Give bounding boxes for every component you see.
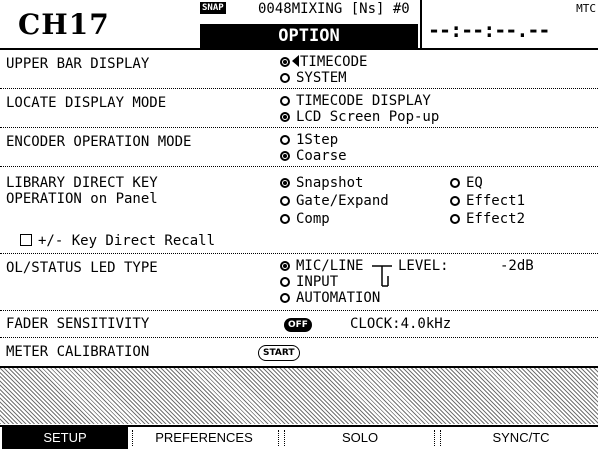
tab-sync-tc[interactable]: SYNC/TC	[448, 427, 594, 449]
radio-selected-icon	[280, 57, 290, 67]
level-bracket-icon	[372, 265, 392, 287]
level-value[interactable]: -2dB	[500, 258, 534, 274]
option-timecode-display[interactable]: TIMECODE DISPLAY	[280, 93, 431, 109]
clock-readout: CLOCK:4.0kHz	[350, 316, 452, 332]
upper-bar-display-row: UPPER BAR DISPLAY TIMECODE SYSTEM	[0, 50, 598, 89]
ol-status-led-type-label: OL/STATUS LED TYPE	[6, 260, 158, 276]
radio-unselected-icon	[280, 73, 290, 83]
option-input[interactable]: INPUT	[280, 274, 338, 290]
fader-sensitivity-toggle[interactable]: OFF	[284, 315, 312, 332]
radio-selected-icon	[280, 112, 290, 122]
meter-calibration-start-button[interactable]: START	[258, 343, 300, 361]
option-timecode[interactable]: TIMECODE	[280, 54, 367, 70]
tab-divider	[278, 430, 280, 446]
option-gate-expand[interactable]: Gate/Expand	[280, 193, 389, 209]
upper-bar-display-label: UPPER BAR DISPLAY	[6, 56, 150, 72]
radio-selected-icon	[280, 151, 290, 161]
tab-divider	[440, 430, 442, 446]
timecode-readout: --:--:--.--	[428, 18, 550, 42]
radio-selected-icon	[280, 261, 290, 271]
radio-unselected-icon	[450, 196, 460, 206]
checkbox-icon	[20, 234, 32, 246]
meter-calibration-label: METER CALIBRATION	[6, 344, 150, 360]
option-automation[interactable]: AUTOMATION	[280, 290, 380, 306]
meter-calibration-row: METER CALIBRATION START	[0, 338, 598, 368]
locate-display-mode-label: LOCATE DISPLAY MODE	[6, 95, 167, 111]
ol-status-led-type-row: OL/STATUS LED TYPE MIC/LINE INPUT AUTOMA…	[0, 254, 598, 311]
fader-sensitivity-row: FADER SENSITIVITY OFF CLOCK:4.0kHz	[0, 311, 598, 338]
option-lcd-popup[interactable]: LCD Screen Pop-up	[280, 109, 439, 125]
level-label: LEVEL:	[398, 258, 449, 274]
option-snapshot[interactable]: Snapshot	[280, 175, 363, 191]
option-effect1[interactable]: Effect1	[450, 193, 525, 209]
tab-divider	[284, 430, 286, 446]
tab-divider	[434, 430, 436, 446]
hatched-empty-area	[0, 368, 598, 424]
encoder-operation-mode-row: ENCODER OPERATION MODE 1Step Coarse	[0, 128, 598, 167]
encoder-operation-mode-label: ENCODER OPERATION MODE	[6, 134, 192, 150]
tab-bar: SETUP PREFERENCES SOLO SYNC/TC	[0, 425, 598, 449]
lcd-screen: CH17 SNAP 0048MIXING [Ns] #0 OPTION MTC …	[0, 0, 598, 449]
radio-unselected-icon	[280, 196, 290, 206]
key-direct-recall-checkbox[interactable]: +/- Key Direct Recall	[20, 233, 215, 249]
option-comp[interactable]: Comp	[280, 211, 330, 227]
cursor-arrow-icon	[292, 55, 299, 67]
radio-unselected-icon	[280, 277, 290, 287]
radio-unselected-icon	[280, 214, 290, 224]
option-coarse[interactable]: Coarse	[280, 148, 347, 164]
library-direct-key-label-1: LIBRARY DIRECT KEY	[6, 175, 158, 191]
radio-unselected-icon	[280, 96, 290, 106]
tab-preferences[interactable]: PREFERENCES	[136, 427, 272, 449]
radio-unselected-icon	[280, 135, 290, 145]
mtc-label: MTC	[576, 2, 596, 15]
option-system[interactable]: SYSTEM	[280, 70, 347, 86]
fader-sensitivity-label: FADER SENSITIVITY	[6, 316, 150, 332]
option-effect2[interactable]: Effect2	[450, 211, 525, 227]
tab-solo[interactable]: SOLO	[292, 427, 428, 449]
option-1step[interactable]: 1Step	[280, 132, 338, 148]
scene-area: SNAP 0048MIXING [Ns] #0 OPTION	[200, 0, 418, 48]
radio-unselected-icon	[450, 178, 460, 188]
radio-unselected-icon	[450, 214, 460, 224]
channel-indicator: CH17	[18, 8, 110, 41]
tab-divider	[132, 430, 134, 446]
page-title: OPTION	[200, 24, 418, 48]
snap-badge: SNAP	[200, 2, 226, 14]
locate-display-mode-row: LOCATE DISPLAY MODE TIMECODE DISPLAY LCD…	[0, 89, 598, 128]
library-direct-key-row: LIBRARY DIRECT KEY OPERATION on Panel Sn…	[0, 167, 598, 254]
scene-name: 0048MIXING [Ns] #0	[258, 1, 410, 17]
header-bar: CH17 SNAP 0048MIXING [Ns] #0 OPTION MTC …	[0, 0, 598, 50]
timecode-area: MTC --:--:--.--	[420, 0, 598, 48]
tab-setup[interactable]: SETUP	[2, 427, 128, 449]
radio-selected-icon	[280, 178, 290, 188]
library-direct-key-label-2: OPERATION on Panel	[6, 191, 158, 207]
option-eq[interactable]: EQ	[450, 175, 483, 191]
option-mic-line[interactable]: MIC/LINE	[280, 258, 363, 274]
radio-unselected-icon	[280, 293, 290, 303]
